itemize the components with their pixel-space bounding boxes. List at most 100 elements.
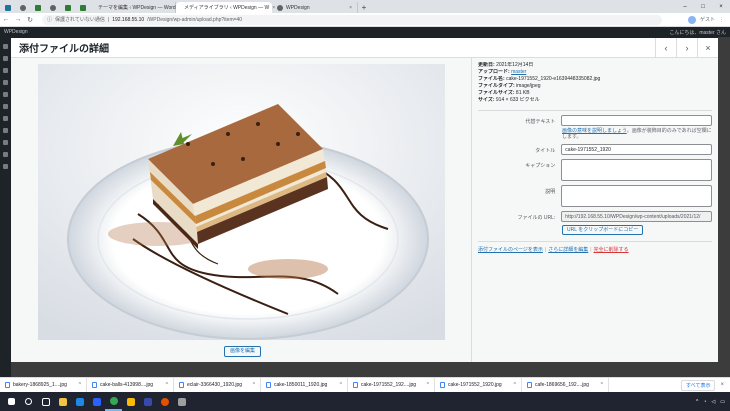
url-host: 192.168.55.10 [112,16,145,23]
show-all-downloads-button[interactable]: すべて表示 [681,379,716,391]
pinned-tab[interactable] [0,2,15,13]
network-icon[interactable]: ◔ [703,399,706,405]
menu-icon[interactable]: ⋮ [719,17,724,23]
pages-icon[interactable] [3,80,8,85]
window-controls: – □ × [676,0,730,13]
plugins-icon[interactable] [3,116,8,121]
download-item[interactable]: eclair-3366430_1920.jpg ^ [174,377,261,393]
notification-icon[interactable]: ▭ [720,399,725,405]
taskbar-app[interactable] [156,392,173,411]
toolbar-right: ゲスト ⋮ [687,15,730,24]
info-icon[interactable]: ⓘ [47,16,52,23]
taskbar: ^ ◔ ◁ ▭ [0,392,730,411]
collapse-icon[interactable] [3,164,8,169]
folder-icon [58,397,67,406]
description-textarea[interactable] [561,185,712,207]
download-item[interactable]: bakery-1868925_1....jpg ^ [0,377,87,393]
pinned-tab[interactable] [60,2,75,13]
reload-icon[interactable]: ↻ [24,16,36,24]
chevron-up-icon[interactable]: ^ [601,382,603,388]
profile-avatar[interactable] [687,15,696,24]
chevron-up-icon[interactable]: ^ [166,382,168,388]
alt-text-input[interactable] [561,115,712,126]
download-item[interactable]: cafe-1869656_192....jpg ^ [522,377,609,393]
divider [478,110,712,111]
volume-icon[interactable]: ◁ [711,399,715,405]
new-tab-button[interactable]: + [358,2,370,13]
maximize-icon[interactable]: □ [694,0,712,13]
download-item[interactable]: cake-1850011_1920.jpg ^ [261,377,348,393]
settings-icon[interactable] [3,152,8,157]
comments-icon[interactable] [3,92,8,97]
download-item[interactable]: cake-1971552_192....jpg ^ [348,377,435,393]
dashboard-icon[interactable] [3,44,8,49]
copy-url-button[interactable]: URL をクリップボードにコピー [562,225,644,235]
taskbar-app[interactable] [139,392,156,411]
title-input[interactable]: cake-1971552_1920 [561,144,712,155]
close-icon[interactable]: × [720,382,724,388]
file-url-input[interactable]: http://192.168.55.10/WPDesign/wp-content… [561,211,712,222]
previous-icon[interactable]: ‹ [655,37,676,58]
taskbar-app[interactable] [88,392,105,411]
browser-tab-active[interactable]: メディアライブラリ ‹ WPDesign — W × [176,2,275,13]
media-icon[interactable] [3,68,8,73]
task-view-icon [41,397,50,406]
user-greeting[interactable]: こんにちは、master さん [669,29,726,36]
edit-more-details-link[interactable]: さらに詳細を編集 [548,247,588,253]
download-item[interactable]: cake-1971552_1920.jpg ^ [435,377,522,393]
wp-admin-bar: WPDesign こんにちは、master さん [0,27,730,37]
taskbar-app[interactable] [122,392,139,411]
wp-admin-sidebar [0,37,11,377]
file-name: ファイル名: cake-1971552_1920-e1639448335082.… [478,76,601,82]
tools-icon[interactable] [3,140,8,145]
image-preview-pane: 画像を編集 [11,58,471,362]
site-name[interactable]: WPDesign [4,29,28,35]
taskbar-app[interactable] [54,392,71,411]
chevron-up-icon[interactable]: ^ [696,399,698,405]
security-status: 保護されていない通信 [55,17,105,23]
sheet-icon [64,4,71,11]
delete-permanently-link[interactable]: 完全に削除する [594,247,629,253]
address-bar[interactable]: ⓘ 保護されていない通信 | 192.168.55.10/WPDesign/wp… [42,14,662,25]
posts-icon[interactable] [3,56,8,61]
terminal-icon [143,397,152,406]
modal-header: 添付ファイルの詳細 ‹ › × [11,37,718,58]
task-view-button[interactable] [37,392,54,411]
start-button[interactable] [3,392,20,411]
pinned-tab[interactable] [15,2,30,13]
close-icon[interactable]: × [697,37,718,58]
tab-title: メディアライブラリ ‹ WPDesign — W [184,5,270,11]
edit-image-button[interactable]: 画像を編集 [224,346,262,357]
forward-icon[interactable]: → [12,16,24,23]
description-row: 説明 [478,185,712,207]
pinned-tab[interactable] [45,2,60,13]
minimize-icon[interactable]: – [676,0,694,13]
browser-tab[interactable]: WPDesign × [272,2,358,13]
next-icon[interactable]: › [676,37,697,58]
taskbar-app[interactable] [105,392,122,411]
taskbar-app[interactable] [173,392,190,411]
close-icon[interactable]: × [349,5,352,11]
appearance-icon[interactable] [3,104,8,109]
view-attachment-page-link[interactable]: 添付ファイルのページを表示 [478,247,543,253]
chevron-up-icon[interactable]: ^ [427,382,429,388]
attachment-image [38,64,445,340]
search-button[interactable] [20,392,37,411]
profile-label[interactable]: ゲスト [700,16,715,23]
download-item[interactable]: cake-balls-413998....jpg ^ [87,377,174,393]
pinned-tab[interactable] [75,2,90,13]
chevron-up-icon[interactable]: ^ [79,382,81,388]
chevron-up-icon[interactable]: ^ [514,382,516,388]
wordpress-icon [4,4,11,11]
chevron-up-icon[interactable]: ^ [340,382,342,388]
pinned-tab[interactable] [30,2,45,13]
close-window-icon[interactable]: × [712,0,730,13]
users-icon[interactable] [3,128,8,133]
browser-tab[interactable]: テーマを編集 ‹ WPDesign — Word × [90,2,182,13]
chevron-up-icon[interactable]: ^ [253,382,255,388]
file-icon [353,382,358,388]
uploader-link[interactable]: master [511,69,526,75]
taskbar-app[interactable] [71,392,88,411]
back-icon[interactable]: ← [0,16,12,23]
caption-textarea[interactable] [561,159,712,181]
